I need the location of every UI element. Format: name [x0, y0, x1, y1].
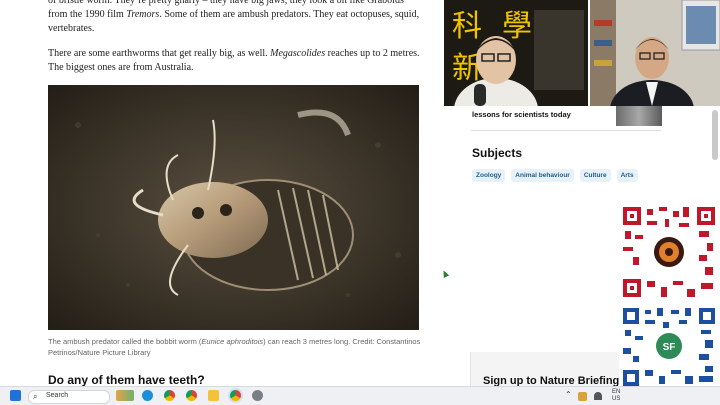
edge-browser-icon[interactable] — [142, 390, 153, 401]
chrome-active-icon[interactable] — [230, 390, 241, 401]
presenter-video-host: 科 學 新 — [444, 0, 588, 106]
tray-chevron-icon[interactable]: ⌃ — [565, 390, 572, 399]
related-article-thumbnail[interactable] — [616, 104, 662, 126]
subject-tags: Zoology Animal behaviour Culture Arts — [472, 169, 638, 182]
host-video-frame: 科 學 新 — [444, 0, 588, 106]
taskbar-search[interactable]: ⌕ Search — [28, 390, 110, 404]
page-scrollbar[interactable] — [712, 110, 718, 160]
tag-culture[interactable]: Culture — [579, 169, 611, 182]
qr-blue-graphic: SF — [619, 304, 719, 388]
section-heading: Do any of them have teeth? — [48, 373, 205, 386]
tray-app-icon[interactable] — [578, 392, 587, 401]
windows-taskbar: ⌕ Search ⌃ EN US — [0, 386, 720, 405]
logo-char-2: 學 — [502, 9, 532, 44]
qr-code-red[interactable] — [619, 203, 719, 301]
tag-zoology[interactable]: Zoology — [472, 169, 506, 182]
related-article-link[interactable]: lessons for scientists today — [472, 110, 571, 119]
input-region[interactable]: US — [612, 396, 620, 402]
chrome-browser-icon[interactable] — [164, 390, 175, 401]
qr-center-badge: SF — [663, 342, 676, 353]
para2-text: There are some earthworms that get reall… — [48, 48, 271, 59]
subjects-heading: Subjects — [472, 146, 523, 160]
caption-species: Eunice aphroditois — [201, 337, 264, 346]
worm-illustration — [48, 85, 419, 330]
article-paragraph: of bristle worm. They’re pretty gnarly –… — [48, 0, 423, 36]
qr-red-graphic — [619, 203, 719, 301]
chrome-profile-icon[interactable] — [186, 390, 197, 401]
input-language[interactable]: EN — [612, 389, 620, 395]
presenter-video-guest — [590, 0, 720, 106]
logo-char-1: 科 — [452, 9, 482, 44]
qr-code-blue[interactable]: SF — [619, 304, 719, 388]
species-name: Megascolides — [270, 48, 326, 59]
bobbit-worm-photo — [48, 85, 419, 330]
file-explorer-icon[interactable] — [208, 390, 219, 401]
photo-caption: The ambush predator called the bobbit wo… — [48, 336, 423, 358]
taskbar-search-label: Search — [46, 392, 69, 399]
start-button-icon[interactable] — [10, 390, 21, 401]
film-title: Tremors — [126, 9, 160, 20]
article-content: of bristle worm. They’re pretty gnarly –… — [0, 0, 440, 386]
newsletter-signup-panel: Sign up to Nature Briefing — [470, 352, 621, 387]
divider — [471, 130, 661, 131]
search-icon: ⌕ — [33, 392, 38, 401]
tag-arts[interactable]: Arts — [616, 169, 638, 182]
caption-text: The ambush predator called the bobbit wo… — [48, 337, 202, 346]
widgets-icon[interactable] — [116, 390, 134, 401]
guest-video-frame — [590, 0, 720, 106]
settings-gear-icon[interactable] — [252, 390, 263, 401]
tag-animal-behaviour[interactable]: Animal behaviour — [511, 169, 574, 182]
wifi-icon[interactable] — [594, 392, 602, 400]
article-paragraph-earthworms: There are some earthworms that get reall… — [48, 47, 423, 75]
